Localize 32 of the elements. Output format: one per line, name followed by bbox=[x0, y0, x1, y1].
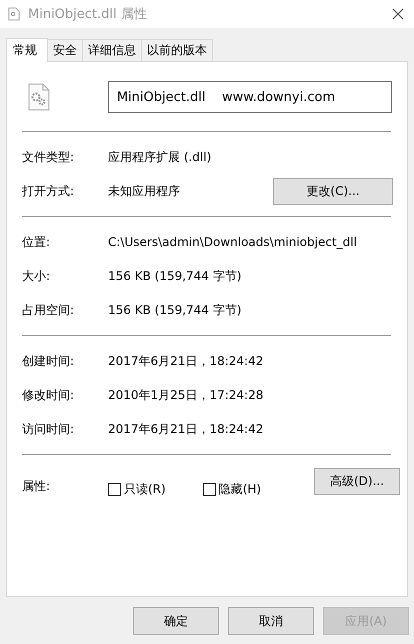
field-value: 156 KB (159,744 字节) bbox=[108, 302, 242, 318]
field-label: 占用空间: bbox=[22, 302, 76, 318]
dialog-button[interactable]: 确定 bbox=[133, 607, 219, 635]
field-value: 未知应用程序 bbox=[108, 182, 181, 200]
field-value: 2017年6月21日，18:24:42 bbox=[108, 352, 264, 370]
dialog-button[interactable]: 取消 bbox=[228, 607, 314, 635]
field-value: C:\Users\admin\Downloads\miniobject_dll bbox=[108, 235, 358, 249]
window-title: MiniObject.dll 属性 bbox=[28, 6, 148, 23]
field-label: 文件类型: bbox=[22, 148, 76, 166]
tab[interactable]: 以前的版本 bbox=[141, 39, 213, 61]
close-icon[interactable] bbox=[392, 8, 404, 20]
field-label: 位置: bbox=[22, 234, 52, 250]
checkbox[interactable] bbox=[108, 483, 121, 496]
field-value: 应用程序扩展 (.dll) bbox=[108, 148, 212, 166]
field-value: 2017年6月21日，18:24:42 bbox=[108, 420, 264, 438]
checkbox[interactable] bbox=[202, 483, 216, 496]
file-icon bbox=[8, 7, 20, 21]
file-name-field[interactable]: MiniObject.dll www.downyi.com bbox=[108, 81, 392, 113]
field-value: 2010年1月25日，17:24:28 bbox=[108, 386, 264, 404]
field-label: 修改时间: bbox=[22, 386, 76, 404]
checkbox-label[interactable]: 只读(R) bbox=[124, 481, 166, 498]
gear-file-icon bbox=[28, 83, 50, 111]
change-button[interactable]: 更改(C)... bbox=[273, 178, 393, 204]
checkbox-label[interactable]: 隐藏(H) bbox=[218, 481, 262, 498]
field-label: 打开方式: bbox=[22, 182, 76, 200]
field-label: 属性: bbox=[22, 478, 52, 495]
field-value: 156 KB (159,744 字节) bbox=[108, 268, 242, 284]
field-label: 创建时间: bbox=[22, 352, 76, 370]
field-label: 访问时间: bbox=[22, 420, 76, 438]
advanced-button[interactable]: 高级(D)... bbox=[314, 468, 400, 495]
tab[interactable]: 常规 bbox=[6, 38, 48, 62]
field-label: 大小: bbox=[22, 268, 52, 284]
